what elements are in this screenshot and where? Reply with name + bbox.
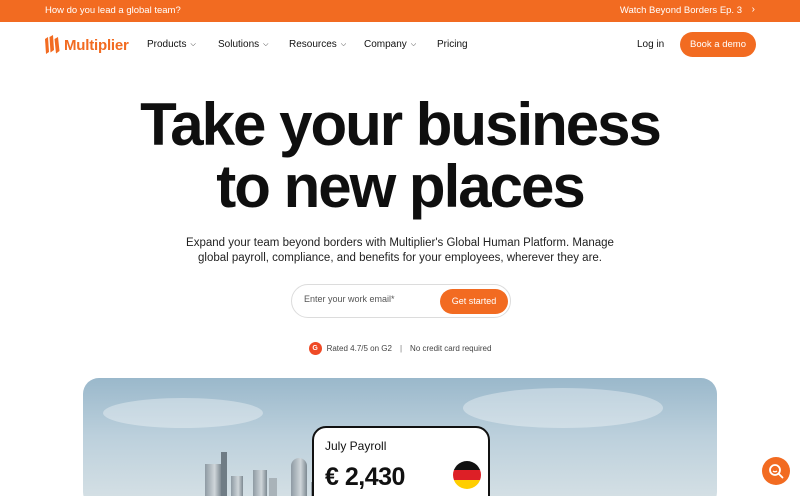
hero-subtitle-line: Expand your team beyond borders with Mul… [186,237,614,249]
nav-item-label: Pricing [437,39,468,50]
germany-flag-icon [453,461,481,489]
nav-item-label: Company [364,39,407,50]
nav-item-label: Resources [289,39,337,50]
payroll-label: July Payroll [325,439,387,453]
payroll-amount: € 2,430 [325,463,405,491]
email-signup-form: Get started [291,284,511,318]
g2-logo-icon: G [308,342,322,355]
nav-item-products[interactable]: Products ⌵ [147,39,196,50]
chevron-down-icon: ⌵ [340,40,347,48]
book-demo-button[interactable]: Book a demo [680,32,756,57]
nav-item-label: Products [147,39,187,50]
brand-name: Multiplier [64,36,129,54]
login-link[interactable]: Log in [637,39,664,50]
chevron-down-icon: ⌵ [263,40,269,48]
nav-item-label: Solutions [218,39,260,50]
nav-item-resources[interactable]: Resources ⌵ [289,39,346,50]
announcement-bar: How do you lead a global team? Watch Bey… [0,0,800,22]
search-fab-button[interactable] [762,457,790,485]
multiplier-logo-icon [45,35,60,54]
watch-episode-link[interactable]: Watch Beyond Borders Ep. 3 [620,5,742,16]
divider: | [399,344,403,353]
nav-item-pricing[interactable]: Pricing [437,39,468,50]
hero-subtitle-line: global payroll, compliance, and benefits… [198,252,602,264]
nav-item-solutions[interactable]: Solutions ⌵ [218,39,268,50]
multiplier-logo[interactable]: Multiplier [44,34,129,56]
payroll-card: July Payroll € 2,430 [312,426,490,496]
search-icon [769,464,784,479]
hero-title-line: Take your business [140,91,662,158]
announcement-link[interactable]: How do you lead a global team? [45,5,181,16]
hero-title: Take your business to new places [0,94,800,218]
hero-subtitle: Expand your team beyond borders with Mul… [180,236,620,266]
work-email-input[interactable] [304,294,434,304]
no-credit-card-text: No credit card required [410,344,492,353]
chevron-right-icon[interactable]: › [752,4,755,15]
g2-rating-text: Rated 4.7/5 on G2 [326,344,392,353]
hero-title-line: to new places [216,153,585,220]
chevron-down-icon: ⌵ [410,40,417,48]
nav-item-company[interactable]: Company ⌵ [364,39,416,50]
get-started-button[interactable]: Get started [440,289,508,314]
chevron-down-icon: ⌵ [190,40,196,48]
trust-row: G Rated 4.7/5 on G2 | No credit card req… [0,342,800,355]
main-nav: Multiplier Products ⌵ Solutions ⌵ Resour… [0,22,800,68]
